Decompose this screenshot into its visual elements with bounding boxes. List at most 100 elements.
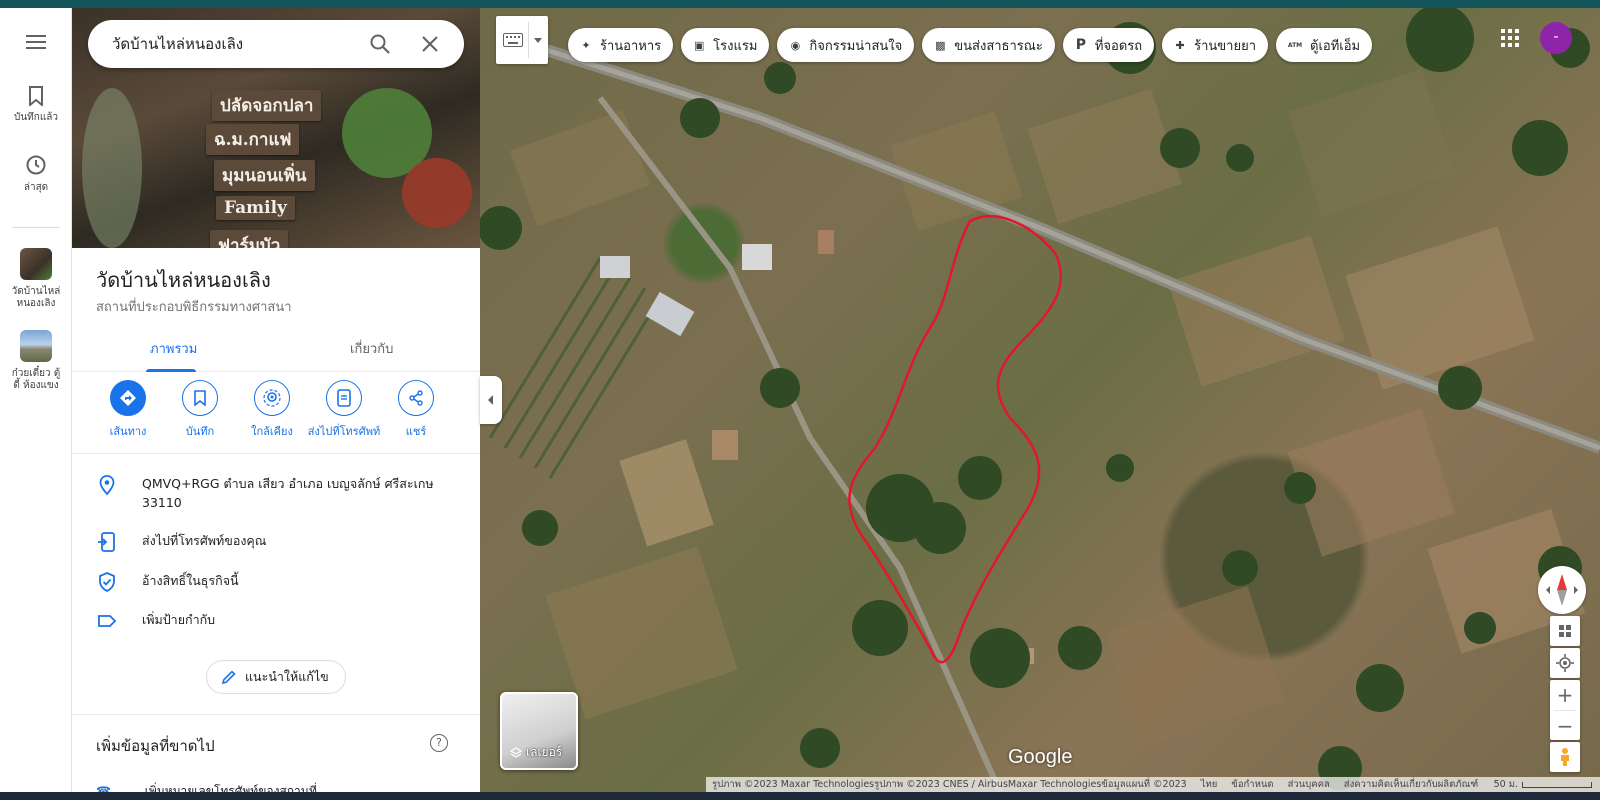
- place-title: วัดบ้านไหล่หนองเลิง: [96, 268, 271, 292]
- nearby-button[interactable]: ใกล้เคียง: [232, 380, 312, 440]
- claim-business-text: อ้างสิทธิ์ในธุรกิจนี้: [142, 573, 239, 588]
- privacy-link[interactable]: ส่วนบุคคล: [1288, 777, 1330, 792]
- browser-top-strip: [0, 0, 1600, 8]
- grid-icon: [1559, 625, 1571, 637]
- share-icon: [409, 390, 423, 406]
- atm-icon: ATM: [1287, 41, 1303, 49]
- send-to-phone-label: ส่งไปที่โทรศัพท์: [307, 425, 381, 438]
- missing-info-heading: เพิ่มข้อมูลที่ขาดไป: [96, 737, 215, 755]
- suggest-edit-label: แนะนำให้แก้ไข: [245, 669, 329, 684]
- add-label-row[interactable]: เพิ่มป้ายกำกับ: [72, 610, 480, 634]
- chip-things-to-do[interactable]: ◉ กิจกรรมน่าสนใจ: [777, 28, 915, 62]
- scale-line: [1522, 781, 1592, 788]
- chip-restaurants[interactable]: ✦ ร้านอาหาร: [568, 28, 674, 62]
- collapse-panel-button[interactable]: [480, 376, 502, 424]
- send-to-phone-button[interactable]: ส่งไปที่โทรศัพท์: [304, 380, 384, 440]
- chevron-left-icon: [488, 395, 493, 405]
- recent-item-label: ก๋วยเตี๋ยว ตู้: [11, 368, 61, 379]
- transit-icon: ▩: [935, 38, 946, 52]
- saved-label: บันทึกแล้ว: [13, 112, 59, 123]
- shield-check-icon: [99, 572, 115, 592]
- layers-button[interactable]: เลเยอร์: [500, 692, 578, 770]
- send-to-phone-row[interactable]: ส่งไปที่โทรศัพท์ของคุณ: [72, 531, 480, 555]
- history-icon: [26, 155, 46, 175]
- account-avatar[interactable]: -: [1540, 22, 1572, 54]
- add-phone-row[interactable]: ☎ เพิ่มหมายเลขโทรศัพท์ของสถานที่: [96, 782, 317, 792]
- claim-business-row[interactable]: อ้างสิทธิ์ในธุรกิจนี้: [72, 571, 480, 595]
- language-link[interactable]: ไทย: [1201, 777, 1218, 792]
- recent-item-label: วัดบ้านไหล่: [11, 286, 61, 297]
- menu-button[interactable]: [0, 34, 72, 54]
- directions-label: เส้นทาง: [109, 425, 147, 438]
- action-buttons: เส้นทาง บันทึก ใกล้เคียง ส่งไปที่โทรศัพท…: [72, 380, 480, 454]
- add-label-text: เพิ่มป้ายกำกับ: [142, 612, 216, 627]
- menu-icon: [26, 35, 46, 49]
- satellite-map[interactable]: [480, 8, 1600, 792]
- recent-item-label: หนองเลิง: [16, 298, 56, 309]
- send-to-phone-text: ส่งไปที่โทรศัพท์ของคุณ: [142, 533, 267, 548]
- recent-thumbnail: [20, 248, 52, 280]
- os-taskbar: [0, 792, 1600, 800]
- zoom-in-button[interactable]: +: [1550, 680, 1580, 710]
- pencil-icon: [221, 670, 236, 685]
- section-divider: [72, 714, 480, 715]
- search-input[interactable]: [112, 32, 362, 56]
- directions-button[interactable]: เส้นทาง: [88, 380, 168, 440]
- tab-overview[interactable]: ภาพรวม: [150, 338, 197, 359]
- compass-icon: [1546, 574, 1578, 606]
- restaurant-icon: ✦: [581, 38, 591, 52]
- input-tools-button[interactable]: [496, 16, 548, 64]
- suggest-edit-button[interactable]: แนะนำให้แก้ไข: [206, 660, 346, 694]
- address-line2: 33110: [142, 495, 182, 510]
- place-panel: ปลัดจอกปลา ฉ.ม.กาแฟ มุมนอนเพิ่น Family ฟ…: [72, 8, 480, 792]
- share-button[interactable]: แชร์: [376, 380, 456, 440]
- recent-item-noodle[interactable]: ก๋วยเตี๋ยว ตู้ ดี้ ห้องแขง: [0, 330, 72, 392]
- chip-label: ตู้เอทีเอ็ม: [1310, 38, 1361, 54]
- bookmark-icon: [29, 86, 43, 106]
- phone-icon: ☎: [96, 784, 111, 792]
- recent-button[interactable]: ล่าสุด: [0, 154, 72, 195]
- photo-plant: [82, 88, 142, 248]
- chip-label: ร้านอาหาร: [600, 38, 662, 54]
- terms-link[interactable]: ข้อกำหนด: [1231, 777, 1273, 792]
- category-chips: ✦ ร้านอาหาร ▣ โรงแรม ◉ กิจกรรมน่าสนใจ ▩ …: [568, 28, 1373, 62]
- street-view-pegman[interactable]: [1550, 742, 1580, 772]
- address-row[interactable]: QMVQ+RGG ตำบล เสียว อำเภอ เบญจลักษ์ ศรีส…: [72, 474, 480, 514]
- address-line1: QMVQ+RGG ตำบล เสียว อำเภอ เบญจลักษ์ ศรีส…: [142, 476, 434, 491]
- zoom-out-button[interactable]: −: [1550, 711, 1580, 740]
- saved-button[interactable]: บันทึกแล้ว: [0, 86, 72, 125]
- search-icon[interactable]: [368, 32, 392, 56]
- search-box: [88, 20, 464, 68]
- google-logo: Google: [1008, 746, 1073, 768]
- send-to-phone-icon: [98, 532, 115, 552]
- parking-icon: P: [1075, 37, 1086, 53]
- chip-atm[interactable]: ATM ตู้เอทีเอ็ม: [1276, 28, 1373, 62]
- photo-sign: ฉ.ม.กาแฟ: [206, 124, 300, 155]
- compass-button[interactable]: [1538, 566, 1586, 614]
- chip-hotels[interactable]: ▣ โรงแรม: [681, 28, 770, 62]
- save-button[interactable]: บันทึก: [160, 380, 240, 440]
- tab-about[interactable]: เกี่ยวกับ: [350, 338, 393, 359]
- recent-item-temple[interactable]: วัดบ้านไหล่ หนองเลิง: [0, 248, 72, 310]
- pegman-icon: [1561, 748, 1569, 766]
- chip-parking[interactable]: P ที่จอดรถ: [1062, 28, 1155, 62]
- layers-label: เลเยอร์: [526, 745, 563, 759]
- help-icon[interactable]: ?: [430, 734, 448, 752]
- save-label: บันทึก: [185, 425, 215, 438]
- scale-bar[interactable]: 50 ม.: [1494, 777, 1600, 792]
- chip-transit[interactable]: ▩ ขนส่งสาธารณะ: [922, 28, 1055, 62]
- scale-label: 50 ม.: [1493, 779, 1518, 790]
- map-view-toggle-button[interactable]: [1550, 616, 1580, 646]
- chip-label: กิจกรรมน่าสนใจ: [809, 38, 903, 54]
- chevron-down-icon[interactable]: [534, 38, 542, 43]
- chip-pharmacy[interactable]: ✚ ร้านขายยา: [1162, 28, 1269, 62]
- input-tools-divider: [528, 22, 529, 58]
- place-category[interactable]: สถานที่ประกอบพิธีกรรมทางศาสนา: [96, 296, 292, 317]
- my-location-button[interactable]: [1550, 648, 1580, 678]
- close-icon[interactable]: [418, 32, 442, 56]
- place-tabs: ภาพรวม เกี่ยวกับ: [72, 324, 480, 372]
- feedback-link[interactable]: ส่งความคิดเห็นเกี่ยวกับผลิตภัณฑ์: [1344, 777, 1478, 792]
- apps-grid-icon[interactable]: [1498, 26, 1522, 50]
- my-location-icon: [1556, 654, 1574, 672]
- nearby-label: ใกล้เคียง: [251, 425, 293, 438]
